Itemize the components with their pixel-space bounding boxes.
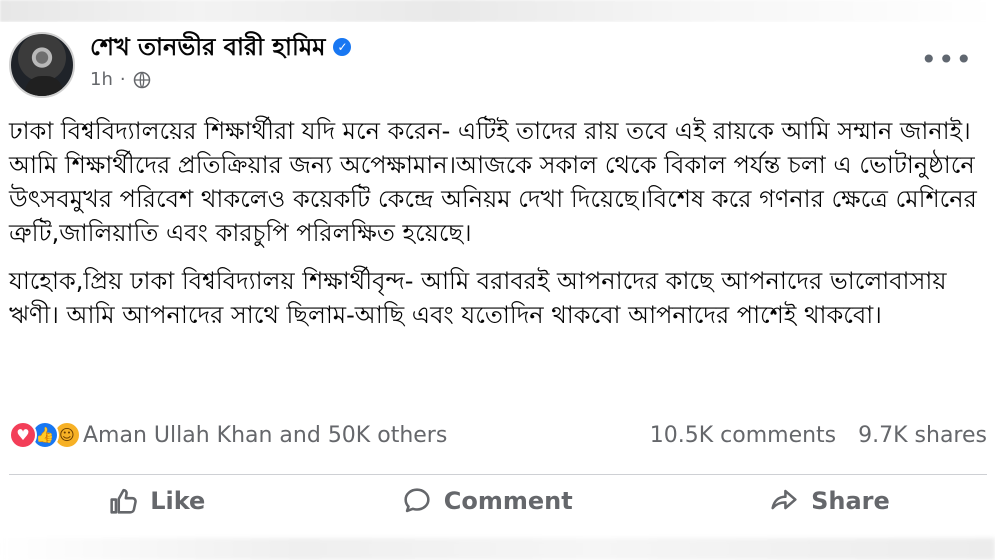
reactions-summary[interactable]: ♥ 👍 ☺ Aman Ullah Khan and 50K others: [9, 421, 447, 449]
facebook-post: শেখ তানভীর বারী হামিম ✓ 1h · ••• ঢাকা বিশ…: [0, 22, 995, 538]
post-paragraph-2: যাহোক,প্রিয় ঢাকা বিশ্ববিদ্যালয় শিক্ষার…: [9, 267, 947, 329]
post-paragraph-1: ঢাকা বিশ্ববিদ্যালয়ের শিক্ষার্থীরা যদি ম…: [9, 117, 977, 247]
previous-content-blur: [0, 0, 995, 22]
next-content-blur: [0, 538, 995, 560]
like-label: Like: [150, 487, 206, 515]
author-name[interactable]: শেখ তানভীর বারী হামিম ✓: [90, 32, 352, 62]
thumbs-up-icon: [110, 488, 138, 514]
like-button[interactable]: Like: [86, 480, 225, 522]
engagement-counts: 10.5K comments 9.7K shares: [650, 423, 987, 448]
more-options-icon[interactable]: •••: [920, 46, 973, 74]
comment-label: Comment: [443, 487, 573, 515]
comments-count[interactable]: 10.5K comments: [650, 423, 836, 448]
meta-separator: ·: [119, 69, 126, 90]
action-divider: [9, 474, 987, 475]
reaction-icons: ♥ 👍 ☺: [9, 421, 81, 449]
globe-icon: [133, 71, 150, 88]
author-name-text[interactable]: শেখ তানভীর বারী হামিম: [90, 33, 325, 61]
author-avatar[interactable]: [9, 32, 75, 98]
share-label: Share: [811, 487, 890, 515]
comment-button[interactable]: Comment: [380, 480, 593, 522]
share-button[interactable]: Share: [747, 480, 910, 522]
post-meta: 1h ·: [90, 69, 151, 90]
shares-count[interactable]: 9.7K shares: [858, 423, 987, 448]
reactions-bar: ♥ 👍 ☺ Aman Ullah Khan and 50K others 10.…: [9, 420, 987, 450]
reactions-text[interactable]: Aman Ullah Khan and 50K others: [83, 423, 447, 448]
love-reaction-icon: ♥: [9, 421, 37, 449]
share-arrow-icon: [771, 489, 797, 510]
verified-badge-icon: ✓: [333, 38, 352, 56]
comment-bubble-icon: [404, 488, 430, 513]
post-actions: Like Comment Share: [9, 480, 987, 522]
post-time[interactable]: 1h: [90, 69, 113, 90]
post-content: ঢাকা বিশ্ববিদ্যালয়ের শিক্ষার্থীরা যদি ম…: [9, 114, 979, 346]
